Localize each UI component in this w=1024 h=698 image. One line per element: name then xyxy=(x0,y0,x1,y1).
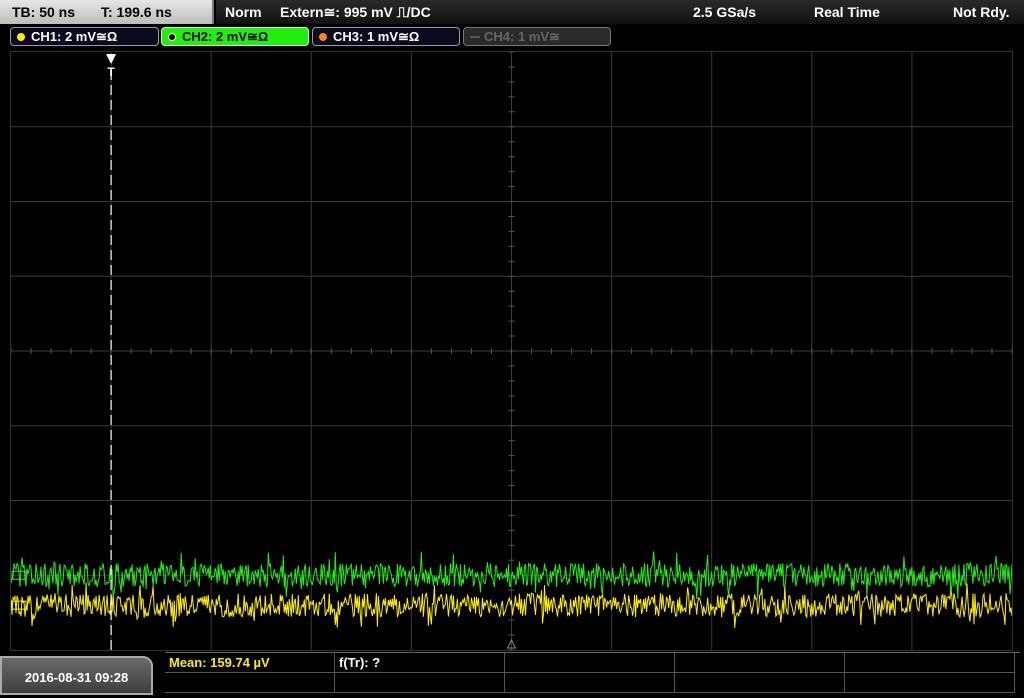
channel-4-color-dot xyxy=(470,36,480,38)
trigger-panel: Norm Extern≅: 995 mV ⎍/DC 2.5 GSa/s Real… xyxy=(216,0,1024,24)
channel-bar: CH1: 2 mV≅Ω CH2: 2 mV≅Ω CH3: 1 mV≅Ω CH4:… xyxy=(0,26,1024,48)
channel-1-color-dot xyxy=(17,33,25,41)
measurement-slot-6[interactable] xyxy=(165,673,335,693)
waveform-display[interactable]: T xyxy=(10,51,1013,651)
trigger-time-value[interactable]: T: 199.6 ns xyxy=(101,0,172,24)
measurement-slot-3[interactable] xyxy=(505,653,675,673)
channel-2-label: CH2: 2 mV≅Ω xyxy=(182,29,269,44)
trigger-frequency-measurement[interactable]: f(Tr): ? xyxy=(335,653,505,673)
acquisition-mode[interactable]: Real Time xyxy=(814,0,880,24)
trigger-source[interactable]: Extern≅: 995 mV ⎍/DC xyxy=(280,0,431,24)
trigger-mode[interactable]: Norm xyxy=(225,0,262,24)
trigger-marker-label: T xyxy=(107,65,115,79)
measurement-slot-9[interactable] xyxy=(675,673,845,693)
timebase-value[interactable]: TB: 50 ns xyxy=(12,0,75,24)
channel-4-button[interactable]: CH4: 1 mV≅ xyxy=(463,27,611,46)
timebase-panel[interactable]: TB: 50 ns T: 199.6 ns xyxy=(0,0,214,24)
measurement-slot-8[interactable] xyxy=(505,673,675,693)
status-bar: TB: 50 ns T: 199.6 ns Norm Extern≅: 995 … xyxy=(0,0,1024,24)
trigger-arrow-icon xyxy=(106,54,117,64)
channel-4-label: CH4: 1 mV≅ xyxy=(484,29,560,44)
channel-1-button[interactable]: CH1: 2 mV≅Ω xyxy=(10,27,159,46)
measurement-slot-5[interactable] xyxy=(845,653,1015,673)
datetime-display: 2016-08-31 09:28 xyxy=(0,656,153,695)
measurement-slot-4[interactable] xyxy=(675,653,845,673)
measurement-panel: Mean: 159.74 µV f(Tr): ? xyxy=(165,652,1020,695)
channel-3-label: CH3: 1 mV≅Ω xyxy=(333,29,420,44)
channel-3-button[interactable]: CH3: 1 mV≅Ω xyxy=(312,27,460,46)
channel-1-label: CH1: 2 mV≅Ω xyxy=(31,29,118,44)
measurement-slot-10[interactable] xyxy=(845,673,1015,693)
measurement-slot-7[interactable] xyxy=(335,673,505,693)
readiness-status: Not Rdy. xyxy=(953,4,1010,20)
mean-measurement[interactable]: Mean: 159.74 µV xyxy=(165,653,335,673)
channel-2-color-dot xyxy=(168,33,176,41)
channel-2-button[interactable]: CH2: 2 mV≅Ω xyxy=(161,27,309,46)
channel-3-color-dot xyxy=(319,33,327,41)
sample-rate[interactable]: 2.5 GSa/s xyxy=(693,0,756,24)
waveform-canvas[interactable]: T xyxy=(11,52,1012,650)
